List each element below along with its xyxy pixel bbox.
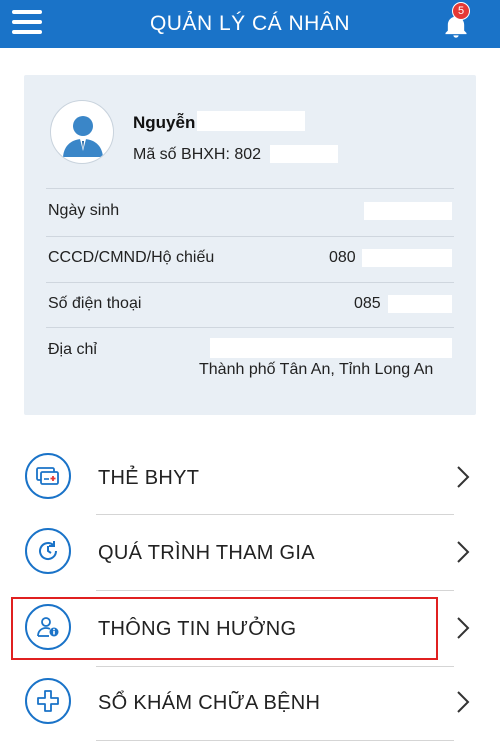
divider xyxy=(96,740,454,741)
divider xyxy=(96,590,454,591)
divider xyxy=(46,327,454,328)
avatar xyxy=(50,100,114,164)
page-title: QUẢN LÝ CÁ NHÂN xyxy=(149,12,351,35)
phone-label: Số điện thoại xyxy=(48,295,142,312)
menu-label: THẺ BHYT xyxy=(98,467,200,489)
id-card-label: CCCD/CMND/Hộ chiếu xyxy=(48,249,215,266)
menu-item-participation-history[interactable]: QUÁ TRÌNH THAM GIA xyxy=(0,516,500,590)
chevron-right-icon xyxy=(457,466,470,488)
health-card-icon xyxy=(25,453,71,499)
user-avatar-icon xyxy=(63,116,103,157)
notification-bell-icon[interactable]: 5 xyxy=(440,2,480,44)
divider xyxy=(46,236,454,237)
redaction-mask xyxy=(270,145,338,163)
chevron-right-icon xyxy=(457,617,470,639)
medical-cross-icon xyxy=(25,678,71,724)
redaction-mask xyxy=(388,295,452,313)
app-header: QUẢN LÝ CÁ NHÂN 5 xyxy=(0,0,500,48)
address-value: Thành phố Tân An, Tỉnh Long An xyxy=(199,361,434,378)
divider xyxy=(46,188,454,189)
divider xyxy=(96,666,454,667)
address-label: Địa chỉ xyxy=(48,341,97,358)
menu-item-medical-record[interactable]: SỔ KHÁM CHỮA BỆNH xyxy=(0,668,500,742)
menu-label: SỔ KHÁM CHỮA BỆNH xyxy=(98,692,321,714)
user-name: Nguyễn xyxy=(133,113,196,132)
redaction-mask xyxy=(197,111,305,131)
hamburger-menu-icon[interactable] xyxy=(12,10,44,38)
menu-label: QUÁ TRÌNH THAM GIA xyxy=(98,542,315,564)
bhxh-number: Mã số BHXH: 802 xyxy=(133,146,262,163)
profile-card: Nguyễn Mã số BHXH: 802 Ngày sinh CCCD/CM… xyxy=(24,75,476,415)
birthdate-label: Ngày sinh xyxy=(48,202,120,219)
divider xyxy=(96,514,454,515)
notification-badge: 5 xyxy=(452,2,470,20)
redaction-mask xyxy=(210,338,452,358)
chevron-right-icon xyxy=(457,691,470,713)
phone-value: 085 xyxy=(354,295,381,312)
history-icon xyxy=(25,528,71,574)
highlight-box xyxy=(11,597,438,660)
menu-item-health-card[interactable]: THẺ BHYT xyxy=(0,440,500,514)
chevron-right-icon xyxy=(457,541,470,563)
id-card-value: 080 xyxy=(329,249,356,266)
divider xyxy=(46,282,454,283)
redaction-mask xyxy=(362,249,452,267)
redaction-mask xyxy=(364,202,452,220)
